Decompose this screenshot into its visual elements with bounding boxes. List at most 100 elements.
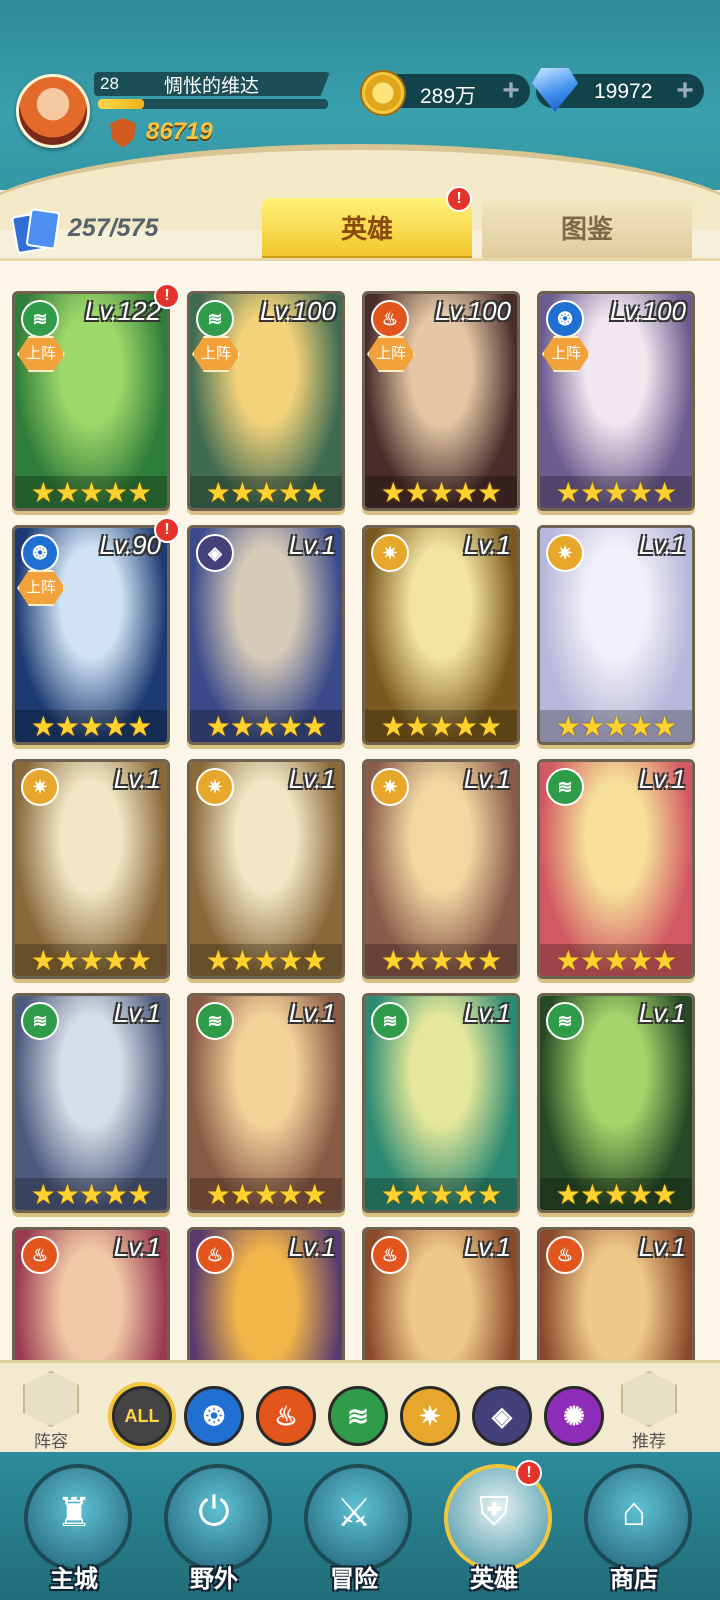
hero-level: Lv.1	[463, 764, 511, 794]
fire-element-icon: ♨	[546, 1236, 584, 1274]
filter-fire-icon[interactable]: ♨	[256, 1386, 316, 1446]
hero-card[interactable]: ♨ Lv.1	[12, 1227, 170, 1361]
star-icon: ★	[453, 477, 478, 508]
hero-card[interactable]: ≋ Lv.122 上阵 ★★★★★	[12, 291, 170, 511]
hero-card[interactable]: ◈ Lv.1 ★★★★★	[187, 525, 345, 745]
hero-card[interactable]: ≋ Lv.1 ★★★★★	[12, 993, 170, 1213]
star-icon: ★	[628, 711, 653, 742]
star-icon: ★	[54, 1179, 80, 1210]
light-element-icon: ✷	[371, 534, 409, 572]
star-icon: ★	[404, 1179, 430, 1210]
hero-card[interactable]: ≋ Lv.1 ★★★★★	[362, 993, 520, 1213]
nav-item-1[interactable]: ⏻ 野外	[154, 1460, 274, 1596]
nature-element-icon: ≋	[21, 300, 59, 338]
player-avatar[interactable]	[16, 74, 90, 148]
hero-count: 257/575	[68, 214, 159, 242]
fire-element-icon: ♨	[371, 300, 409, 338]
thumbs-up-icon	[621, 1371, 677, 1427]
hero-card[interactable]: ≋ Lv.1 ★★★★★	[537, 993, 695, 1213]
star-icon: ★	[278, 1179, 303, 1210]
filter-void-icon[interactable]: ✺	[544, 1386, 604, 1446]
star-icon: ★	[453, 1179, 478, 1210]
hero-card[interactable]: ❂ Lv.100 上阵 ★★★★★	[537, 291, 695, 511]
water-element-icon: ❂	[546, 300, 584, 338]
hero-level: Lv.1	[638, 530, 686, 560]
star-rating: ★★★★★	[15, 944, 167, 976]
star-rating: ★★★★★	[540, 710, 692, 742]
lineup-button[interactable]: 阵容	[16, 1371, 86, 1452]
light-element-icon: ✷	[21, 768, 59, 806]
star-icon: ★	[652, 945, 677, 976]
hero-card[interactable]: ♨ Lv.1	[187, 1227, 345, 1361]
star-icon: ★	[229, 711, 255, 742]
filter-light-icon[interactable]: ✷	[400, 1386, 460, 1446]
light-element-icon: ✷	[196, 768, 234, 806]
hero-card[interactable]: ≋ Lv.1 ★★★★★	[537, 759, 695, 979]
star-rating: ★★★★★	[190, 710, 342, 742]
recommend-button[interactable]: 推荐	[614, 1371, 684, 1452]
star-icon: ★	[253, 477, 279, 508]
hero-card[interactable]: ≋ Lv.1 ★★★★★	[187, 993, 345, 1213]
star-icon: ★	[477, 711, 502, 742]
hero-card[interactable]: ✷ Lv.1 ★★★★★	[362, 525, 520, 745]
add-gold-button[interactable]: +	[498, 76, 524, 106]
hero-card[interactable]: ✷ Lv.1 ★★★★★	[187, 759, 345, 979]
hero-level: Lv.1	[463, 1232, 511, 1262]
hero-card[interactable]: ♨ Lv.1	[537, 1227, 695, 1361]
hero-level: Lv.122	[84, 296, 161, 326]
nature-element-icon: ≋	[546, 768, 584, 806]
star-rating: ★★★★★	[15, 476, 167, 508]
star-icon: ★	[30, 1179, 56, 1210]
hero-card[interactable]: ≋ Lv.100 上阵 ★★★★★	[187, 291, 345, 511]
hero-level: Lv.1	[288, 1232, 336, 1262]
add-gem-button[interactable]: +	[672, 76, 698, 106]
nav-icon: ⏻	[198, 1490, 230, 1534]
gold-resource: 289万 +	[360, 70, 530, 116]
star-icon: ★	[579, 1179, 605, 1210]
nav-item-0[interactable]: ♜ 主城	[14, 1460, 134, 1596]
filter-all-button[interactable]: ALL	[112, 1386, 172, 1446]
nav-item-4[interactable]: ⌂ 商店	[574, 1460, 694, 1596]
xp-bar	[98, 99, 328, 109]
hero-card[interactable]: ✷ Lv.1 ★★★★★	[12, 759, 170, 979]
star-rating: ★★★★★	[540, 1178, 692, 1210]
hero-level: Lv.1	[288, 764, 336, 794]
nav-icon: ♜	[56, 1491, 92, 1535]
nature-element-icon: ≋	[21, 1002, 59, 1040]
hero-level: Lv.1	[113, 998, 161, 1028]
star-icon: ★	[380, 711, 406, 742]
star-icon: ★	[253, 945, 279, 976]
star-icon: ★	[579, 477, 605, 508]
hero-level: Lv.90	[99, 530, 161, 560]
nature-element-icon: ≋	[196, 300, 234, 338]
fire-element-icon: ♨	[371, 1236, 409, 1274]
hero-level: Lv.1	[113, 1232, 161, 1262]
filter-nature-icon[interactable]: ≋	[328, 1386, 388, 1446]
hero-card[interactable]: ♨ Lv.100 上阵 ★★★★★	[362, 291, 520, 511]
star-icon: ★	[428, 711, 454, 742]
gold-coin-icon	[360, 70, 406, 116]
tab-heroes[interactable]: 英雄	[262, 198, 472, 258]
star-icon: ★	[603, 945, 629, 976]
hero-card[interactable]: ✷ Lv.1 ★★★★★	[362, 759, 520, 979]
xp-bar-fill	[98, 99, 144, 109]
hero-card[interactable]: ❂ Lv.90 上阵 ★★★★★	[12, 525, 170, 745]
hero-level: Lv.1	[638, 998, 686, 1028]
gem-resource: 19972 +	[532, 68, 704, 112]
star-icon: ★	[603, 477, 629, 508]
filter-dark-icon[interactable]: ◈	[472, 1386, 532, 1446]
hero-card[interactable]: ♨ Lv.1	[362, 1227, 520, 1361]
nature-element-icon: ≋	[196, 1002, 234, 1040]
star-rating: ★★★★★	[190, 1178, 342, 1210]
star-icon: ★	[555, 1179, 581, 1210]
star-icon: ★	[555, 711, 581, 742]
hero-level: Lv.1	[463, 530, 511, 560]
hero-card[interactable]: ✷ Lv.1 ★★★★★	[537, 525, 695, 745]
star-icon: ★	[229, 945, 255, 976]
tab-atlas[interactable]: 图鉴	[482, 198, 692, 258]
filter-water-icon[interactable]: ❂	[184, 1386, 244, 1446]
star-icon: ★	[103, 711, 128, 742]
nav-item-2[interactable]: ⚔ 冒险	[294, 1460, 414, 1596]
star-icon: ★	[54, 711, 80, 742]
nav-item-3[interactable]: ⛨ 英雄!	[434, 1460, 554, 1596]
